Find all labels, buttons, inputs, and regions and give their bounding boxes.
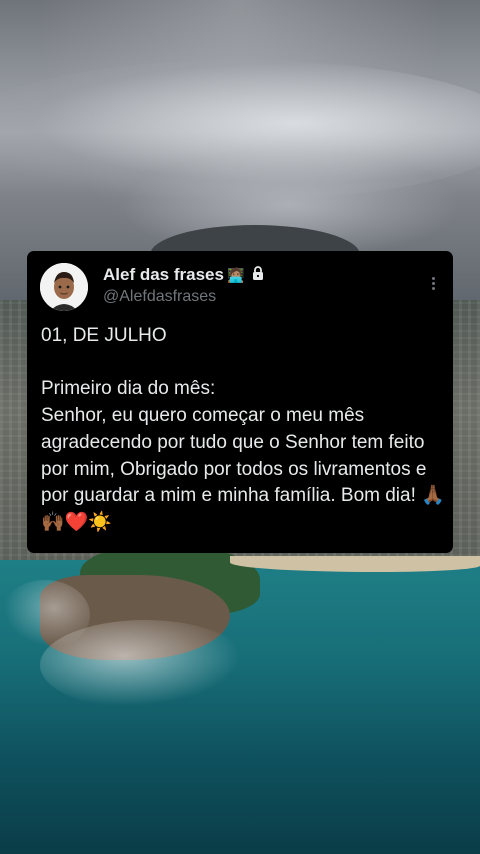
author-name[interactable]: Alef das frases: [103, 265, 224, 285]
post-text: 01, DE JULHO Primeiro dia do mês: Senhor…: [41, 325, 445, 533]
post-card: Alef das frases 🧑🏽‍💻 @Alefdasfrases 01, …: [27, 251, 453, 553]
memoji-avatar[interactable]: [40, 263, 88, 311]
avatar-image: [40, 263, 88, 311]
lock-icon: [252, 265, 264, 285]
more-vertical-icon[interactable]: [432, 275, 435, 292]
author-name-emoji: 🧑🏽‍💻: [226, 266, 245, 283]
wave-foam: [0, 580, 90, 650]
author-row: Alef das frases 🧑🏽‍💻: [103, 265, 264, 285]
author-handle[interactable]: @Alefdasfrases: [103, 288, 216, 306]
